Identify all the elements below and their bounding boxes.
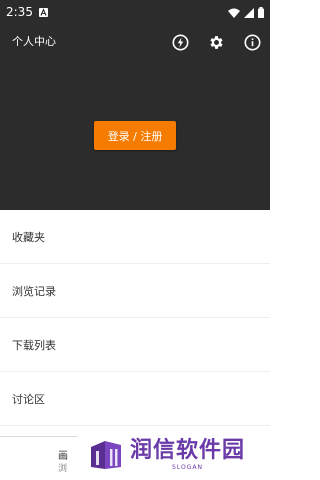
page-title: 个人中心 bbox=[12, 35, 56, 48]
screen: 2:35 个人中心 登录 / 注册 收藏夹 浏览记录 下载列表 讨论区 画 浏 … bbox=[0, 0, 270, 480]
menu-item-favorites[interactable]: 收藏夹 bbox=[0, 210, 270, 264]
app-bar: 个人中心 bbox=[0, 24, 270, 60]
notification-a-icon bbox=[39, 7, 49, 17]
signal-icon bbox=[244, 3, 254, 22]
settings-gear-icon[interactable] bbox=[204, 30, 228, 54]
login-register-button[interactable]: 登录 / 注册 bbox=[94, 121, 176, 150]
watermark-brand: 润信软件园 bbox=[130, 438, 246, 463]
menu-item-label: 讨论区 bbox=[12, 392, 45, 406]
watermark-text: 润信软件园 SLOGAN bbox=[130, 438, 246, 472]
status-bar: 2:35 bbox=[0, 0, 270, 24]
watermark: 润信软件园 SLOGAN bbox=[78, 430, 270, 480]
bottom-nav-tab-sublabel: 浏 bbox=[58, 464, 68, 474]
watermark-logo-icon bbox=[91, 441, 121, 469]
menu-item-discussion[interactable]: 讨论区 bbox=[0, 372, 270, 426]
wifi-icon bbox=[228, 3, 240, 22]
info-icon[interactable] bbox=[240, 30, 264, 54]
menu-item-label: 收藏夹 bbox=[12, 230, 45, 244]
status-time: 2:35 bbox=[6, 5, 33, 19]
watermark-slogan: SLOGAN bbox=[172, 464, 203, 471]
menu-item-history[interactable]: 浏览记录 bbox=[0, 264, 270, 318]
battery-icon bbox=[258, 3, 264, 22]
flash-icon[interactable] bbox=[168, 30, 192, 54]
menu-item-label: 下载列表 bbox=[12, 338, 56, 352]
menu-item-downloads[interactable]: 下载列表 bbox=[0, 318, 270, 372]
bottom-nav-tab-label[interactable]: 画 bbox=[58, 447, 68, 462]
menu-list: 收藏夹 浏览记录 下载列表 讨论区 bbox=[0, 210, 270, 426]
menu-item-label: 浏览记录 bbox=[12, 284, 56, 298]
status-icons bbox=[228, 0, 264, 24]
